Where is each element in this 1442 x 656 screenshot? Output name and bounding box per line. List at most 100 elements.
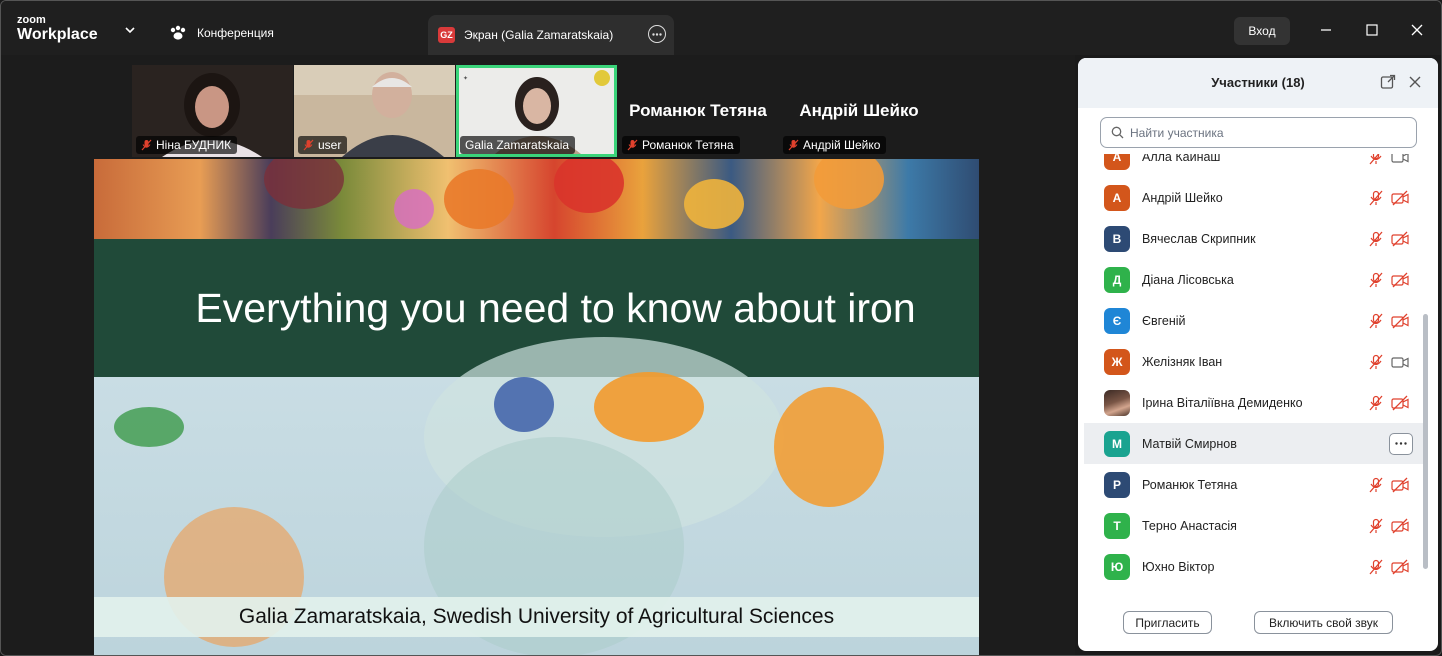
title-bar: zoom Workplace Конференция GZ Экран (Gal… bbox=[1, 1, 1441, 55]
participants-panel: Участники (18) А Алла Кайнаш А Андрій Шейко… bbox=[1078, 58, 1438, 651]
video-off-icon bbox=[1391, 518, 1409, 534]
participant-name: Романюк Тетяна bbox=[642, 138, 734, 152]
mic-off-icon bbox=[627, 139, 638, 151]
participant-name: Матвій Смирнов bbox=[1142, 436, 1237, 451]
active-speaker-tile[interactable]: ✦ Galia Zamaratskaia bbox=[456, 65, 617, 157]
avatar: Ю bbox=[1104, 553, 1130, 580]
video-icon bbox=[1391, 354, 1409, 370]
mic-off-icon bbox=[1368, 231, 1384, 247]
avatar: Т bbox=[1104, 512, 1130, 539]
screen-share-badge: GZ bbox=[438, 27, 455, 43]
tab-conference-label: Конференция bbox=[197, 26, 274, 40]
participant-name: Романюк Тетяна bbox=[1142, 477, 1238, 492]
mic-off-icon bbox=[1368, 154, 1384, 165]
video-off-icon bbox=[1391, 231, 1409, 247]
mic-off-icon bbox=[1368, 313, 1384, 329]
participant-row[interactable]: Р Романюк Тетяна bbox=[1084, 464, 1423, 505]
search-icon bbox=[1111, 126, 1124, 139]
name-tile[interactable]: Андрій Шейко Андрій Шейко bbox=[779, 65, 939, 157]
video-off-icon bbox=[1391, 313, 1409, 329]
meeting-stage: Ніна БУДНИК user ✦ Galia Zamaratskaia Ро… bbox=[1, 55, 1075, 655]
tab-screen-label: Экран (Galia Zamaratskaia) bbox=[464, 28, 614, 42]
search-input[interactable] bbox=[1130, 125, 1390, 140]
participant-name: Андрій Шейко bbox=[1142, 190, 1223, 205]
panel-footer: Пригласить Включить свой звук bbox=[1078, 603, 1438, 643]
paw-icon bbox=[170, 25, 186, 40]
participant-name: Вячеслав Скрипник bbox=[1142, 231, 1256, 246]
participant-row[interactable]: Д Діана Лісовська bbox=[1084, 259, 1423, 300]
more-options-icon[interactable] bbox=[648, 25, 666, 43]
shared-screen-slide: Everything you need to know about iron G… bbox=[94, 159, 979, 655]
more-options-button[interactable] bbox=[1389, 432, 1413, 455]
invite-button[interactable]: Пригласить bbox=[1123, 611, 1212, 634]
mic-off-icon bbox=[1368, 272, 1384, 288]
mic-off-icon bbox=[1368, 190, 1384, 206]
mic-off-icon bbox=[788, 139, 799, 151]
participant-name: Ніна БУДНИК bbox=[156, 138, 232, 152]
close-window-button[interactable] bbox=[1402, 17, 1432, 43]
video-off-icon bbox=[1391, 272, 1409, 288]
participant-row[interactable]: М Матвій Смирнов bbox=[1084, 423, 1423, 464]
popout-icon[interactable] bbox=[1380, 74, 1396, 90]
video-icon bbox=[1391, 154, 1409, 165]
participant-name: Юхно Віктор bbox=[1142, 559, 1215, 574]
participant-row[interactable]: Ю Юхно Віктор bbox=[1084, 546, 1423, 586]
participant-name: Ірина Віталіївна Демиденко bbox=[1142, 395, 1303, 410]
minimize-button[interactable] bbox=[1311, 17, 1341, 43]
participant-name: Євгеній bbox=[1142, 313, 1186, 328]
video-off-icon bbox=[1391, 559, 1409, 575]
close-icon[interactable] bbox=[1408, 75, 1422, 89]
zoom-logo: zoom Workplace bbox=[17, 15, 98, 43]
zoom-window: zoom Workplace Конференция GZ Экран (Gal… bbox=[0, 0, 1442, 656]
svg-text:✦: ✦ bbox=[463, 75, 468, 82]
slide-caption: Galia Zamaratskaia, Swedish University o… bbox=[94, 597, 979, 637]
participant-name-chip: Ніна БУДНИК bbox=[136, 136, 238, 154]
avatar: Ж bbox=[1104, 348, 1130, 375]
avatar: Р bbox=[1104, 471, 1130, 498]
maximize-button[interactable] bbox=[1357, 17, 1387, 43]
participant-name: user bbox=[318, 138, 342, 152]
participant-row[interactable]: Ж Желізняк Іван bbox=[1084, 341, 1423, 382]
mic-off-icon bbox=[1368, 477, 1384, 493]
participant-row[interactable]: Т Терно Анастасія bbox=[1084, 505, 1423, 546]
panel-header: Участники (18) bbox=[1078, 58, 1438, 108]
participant-row[interactable]: В Вячеслав Скрипник bbox=[1084, 218, 1423, 259]
scrollbar[interactable] bbox=[1423, 314, 1428, 569]
logo-big: Workplace bbox=[17, 26, 98, 43]
unmute-self-button[interactable]: Включить свой звук bbox=[1254, 611, 1393, 634]
mic-off-icon bbox=[1368, 518, 1384, 534]
participant-name: Желізняк Іван bbox=[1142, 354, 1223, 369]
participant-name-chip: Романюк Тетяна bbox=[622, 136, 740, 154]
mic-off-icon bbox=[1368, 395, 1384, 411]
login-button[interactable]: Вход bbox=[1234, 17, 1290, 45]
name-tile[interactable]: Романюк Тетяна Романюк Тетяна bbox=[618, 65, 778, 157]
tab-screen-share[interactable]: GZ Экран (Galia Zamaratskaia) bbox=[428, 15, 674, 55]
slide-food-image-top bbox=[94, 159, 979, 239]
participant-search[interactable] bbox=[1100, 117, 1417, 148]
mic-off-icon bbox=[1368, 354, 1384, 370]
avatar: М bbox=[1104, 430, 1130, 457]
participant-display-name: Андрій Шейко bbox=[799, 101, 919, 120]
mic-off-icon bbox=[1368, 559, 1384, 575]
participant-name: Galia Zamaratskaia bbox=[465, 138, 570, 152]
video-off-icon bbox=[1391, 395, 1409, 411]
avatar: В bbox=[1104, 225, 1130, 252]
participant-display-name: Романюк Тетяна bbox=[629, 101, 767, 120]
mic-off-icon bbox=[303, 139, 314, 151]
participant-list: А Алла Кайнаш А Андрій Шейко В Вячеслав Скрип… bbox=[1078, 154, 1423, 586]
avatar: Є bbox=[1104, 307, 1130, 334]
participant-row[interactable]: А Андрій Шейко bbox=[1084, 177, 1423, 218]
participant-name-chip: Андрій Шейко bbox=[783, 136, 887, 154]
avatar: А bbox=[1104, 154, 1130, 170]
participant-name: Терно Анастасія bbox=[1142, 518, 1237, 533]
chevron-down-icon[interactable] bbox=[123, 23, 137, 37]
tab-conference[interactable]: Конференция bbox=[169, 15, 274, 51]
participant-name: Андрій Шейко bbox=[803, 138, 881, 152]
participant-row[interactable]: Ірина Віталіївна Демиденко bbox=[1084, 382, 1423, 423]
participant-row[interactable]: Є Євгеній bbox=[1084, 300, 1423, 341]
video-tile[interactable]: user bbox=[294, 65, 455, 157]
video-tile[interactable]: Ніна БУДНИК bbox=[132, 65, 293, 157]
participant-name: Діана Лісовська bbox=[1142, 272, 1234, 287]
logo-small: zoom bbox=[17, 14, 46, 26]
participant-row[interactable]: А Алла Кайнаш bbox=[1084, 154, 1423, 177]
